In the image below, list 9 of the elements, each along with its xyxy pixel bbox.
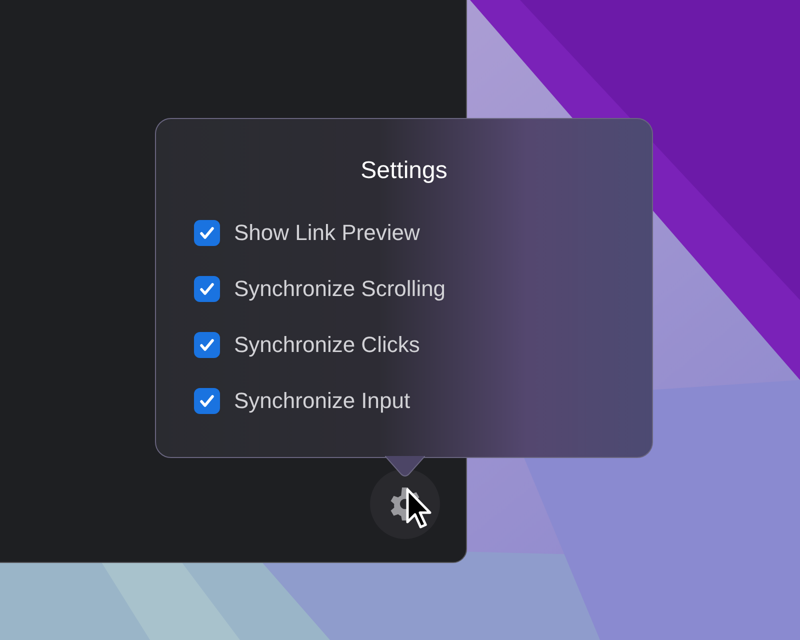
checkbox[interactable] <box>194 332 220 358</box>
popover-title: Settings <box>360 159 448 183</box>
checkbox-option[interactable]: Synchronize Clicks <box>194 332 420 358</box>
checkbox-option[interactable]: Synchronize Scrolling <box>194 276 446 302</box>
checkbox[interactable] <box>194 388 220 414</box>
checkbox-option[interactable]: Synchronize Input <box>194 388 410 414</box>
checkbox[interactable] <box>194 276 220 302</box>
checkbox-option[interactable]: Show Link Preview <box>194 220 420 246</box>
checkbox[interactable] <box>194 220 220 246</box>
